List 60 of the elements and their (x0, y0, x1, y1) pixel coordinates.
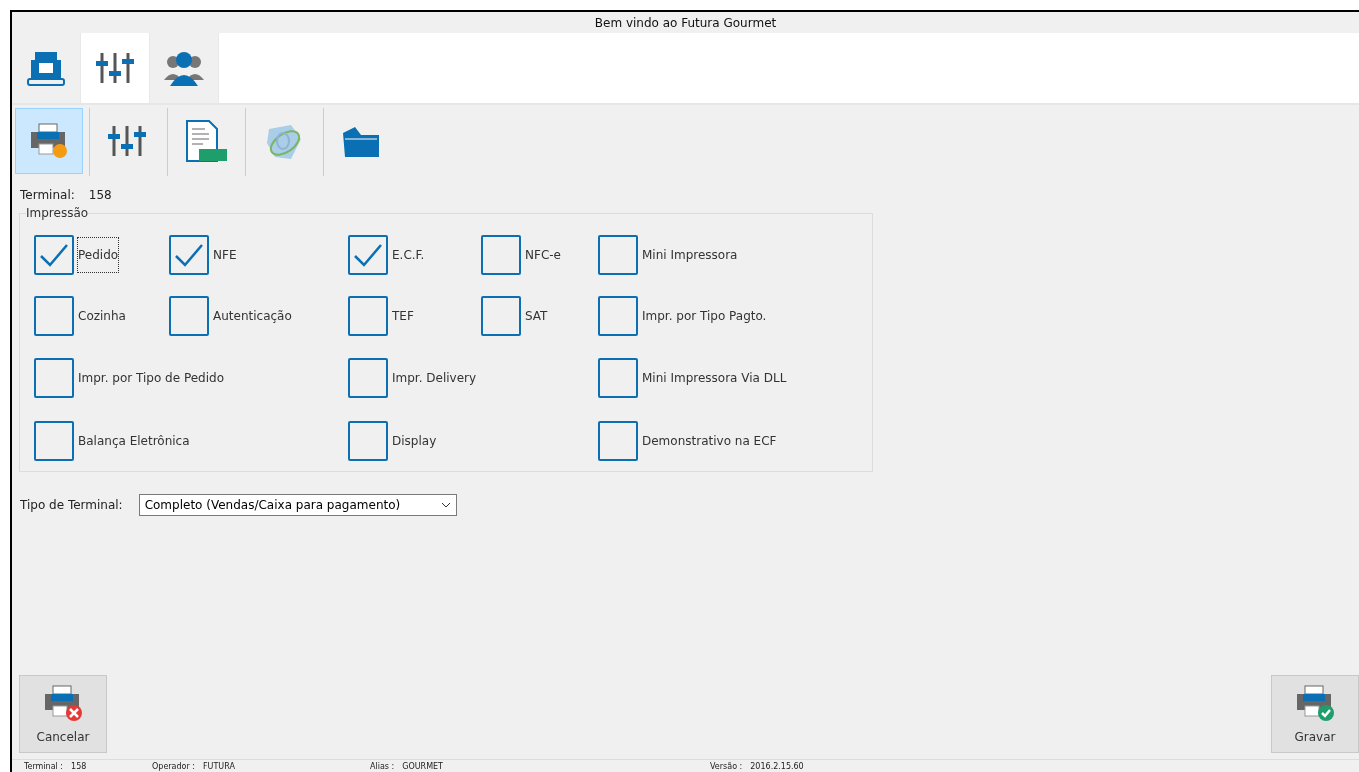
status-value: 2016.2.15.60 (750, 761, 804, 771)
checkbox[interactable] (598, 420, 638, 461)
status-value: FUTURA (203, 761, 235, 771)
checkbox[interactable] (348, 295, 388, 336)
status-label: Versão : (710, 761, 743, 771)
checkbox-label[interactable]: TEF (392, 298, 414, 333)
checkbox-label[interactable]: NFC-e (525, 237, 561, 272)
cash-register-icon (27, 50, 65, 86)
checkbox[interactable] (598, 357, 638, 398)
checkbox[interactable] (598, 234, 638, 275)
checkbox[interactable] (348, 234, 388, 275)
checkbox[interactable] (169, 295, 209, 336)
checkbox[interactable] (481, 295, 521, 336)
chevron-down-icon (440, 502, 451, 508)
checkbox[interactable] (34, 420, 74, 461)
checkbox[interactable] (34, 295, 74, 336)
toolbar-button[interactable] (15, 108, 83, 174)
checkbox-label[interactable]: SAT (525, 298, 548, 333)
checkbox-label[interactable]: Impr. Delivery (392, 360, 477, 395)
checkbox[interactable] (34, 357, 74, 398)
checkbox[interactable] (169, 234, 209, 275)
checkbox-label[interactable]: Autenticação (213, 298, 292, 333)
checkbox[interactable] (481, 234, 521, 275)
checkbox[interactable] (348, 357, 388, 398)
printer-cancel-icon (43, 684, 83, 722)
sliders-icon (108, 124, 146, 158)
checkbox-label[interactable]: Demonstrativo na ECF (642, 423, 777, 458)
tab[interactable] (150, 33, 219, 103)
checkbox-label[interactable]: Pedido (78, 237, 119, 272)
checkbox-label[interactable]: NFE (213, 237, 237, 272)
status-label: Operador : (152, 761, 195, 771)
checkbox-label[interactable]: E.C.F. (392, 237, 425, 272)
checkbox[interactable] (34, 234, 74, 275)
status-label: Alias : (370, 761, 395, 771)
cancel-button[interactable]: Cancelar (19, 675, 107, 753)
sliders-icon (96, 51, 134, 85)
status-value: GOURMET (402, 761, 443, 771)
terminal-type-dropdown[interactable]: Completo (Vendas/Caixa para pagamento) (138, 494, 457, 516)
checkbox-label[interactable]: Cozinha (78, 298, 126, 333)
printer-check-icon (1295, 684, 1335, 722)
checkbox-label[interactable]: Display (392, 423, 437, 458)
terminal-value: 158 (88, 188, 112, 202)
checkbox[interactable] (348, 420, 388, 461)
checkbox-label[interactable]: Balança Eletrônica (78, 423, 190, 458)
printer-gear-icon (29, 122, 69, 160)
document-icon (183, 119, 227, 163)
terminal-label: Terminal: (20, 188, 75, 202)
status-label: Terminal : (24, 761, 64, 771)
checkbox-label[interactable]: Impr. por Tipo de Pedido (78, 360, 224, 395)
window-title: Bem vindo ao Futura Gourmet (593, 14, 778, 32)
checkbox-label[interactable]: Mini Impressora (642, 237, 738, 272)
checkbox-label[interactable]: Impr. por Tipo Pagto. (642, 298, 767, 333)
checkbox-label[interactable]: Mini Impressora Via DLL (642, 360, 787, 395)
terminal-type-label: Tipo de Terminal: (20, 498, 123, 512)
save-button[interactable]: Gravar (1271, 675, 1359, 753)
tab[interactable] (12, 33, 81, 103)
checkbox[interactable] (598, 295, 638, 336)
group-title: Impressão (26, 206, 89, 220)
users-icon (164, 50, 204, 86)
status-value: 158 (71, 761, 87, 771)
